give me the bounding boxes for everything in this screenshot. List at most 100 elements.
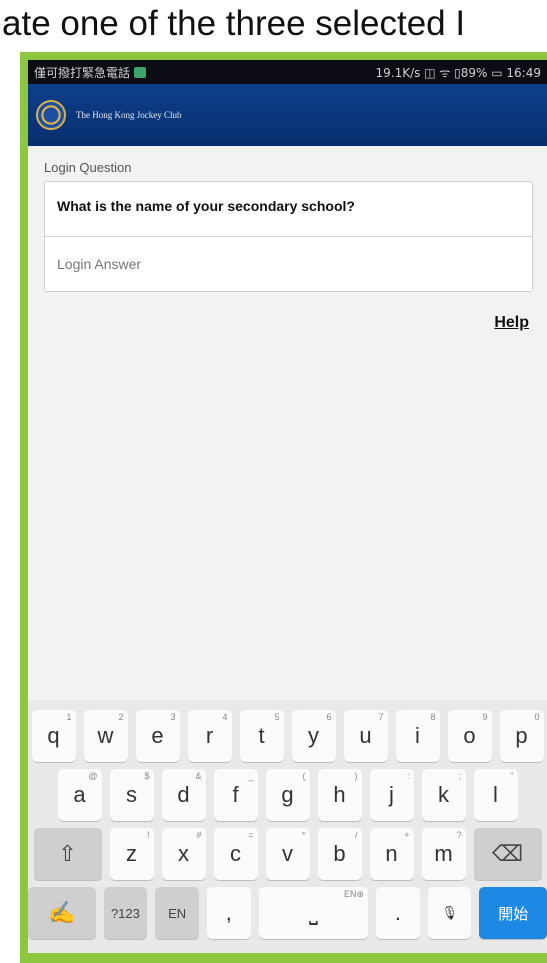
key-r[interactable]: r4 [187,710,232,762]
key-m[interactable]: m? [421,828,466,880]
status-bar: 僅可撥打緊急電話 19.1K/s ◫ ᯤ ▯89% ▭ 16:49 [28,60,547,84]
key-secondary-label: = [248,830,254,840]
key-x[interactable]: x # [161,828,206,880]
key-label: z [126,841,137,866]
key-secondary-label: * [301,830,306,840]
key-secondary-label: @ [88,771,98,781]
key-w[interactable]: w2 [83,710,128,762]
key-secondary-label: 4 [222,712,228,722]
key-secondary-label: ) [354,771,358,781]
key-label: a [73,782,86,807]
key-l[interactable]: l " [473,769,518,821]
key-u[interactable]: u7 [343,710,388,762]
key-secondary-label: 5 [274,712,280,722]
key-secondary-label: _ [248,771,254,781]
microphone-icon[interactable]: 🎙 [427,887,472,939]
key-label: j [389,782,394,807]
key-label: q [47,723,60,748]
login-answer-input[interactable] [45,237,532,291]
key-secondary-label: : [406,771,410,781]
keyboard-row-3: ⇧ z! x # c = v * b / n + m? ⌫ [28,828,547,880]
key-label: w [97,723,114,748]
key-q[interactable]: q1 [31,710,76,762]
question-label: Login Question [44,160,132,175]
key-secondary-label: " [510,771,514,781]
key-label: d [177,782,190,807]
key-d[interactable]: d & [161,769,206,821]
key-label: k [438,782,449,807]
key-secondary-label: $ [144,771,150,781]
sim-icon [134,66,147,78]
comma-key[interactable]: , [207,887,251,939]
key-p[interactable]: p0 [499,710,544,762]
space-key[interactable]: ⎵ EN⊕ [258,887,369,939]
key-secondary-label: ; [458,771,462,781]
go-button[interactable]: 開始 [479,887,547,939]
key-e[interactable]: e3 [135,710,180,762]
help-link[interactable]: Help [494,314,529,331]
key-s[interactable]: s $ [109,769,154,821]
space-bar-glyph: ⎵ [308,900,318,925]
numbers-key[interactable]: ?123 [103,887,148,939]
status-right: 19.1K/s ◫ ᯤ ▯89% ▭ 16:49 [375,65,541,80]
key-secondary-label: + [404,830,410,840]
key-i[interactable]: i8 [395,710,440,762]
security-question: What is the name of your secondary schoo… [45,182,532,237]
key-a[interactable]: a @ [57,769,102,821]
language-key[interactable]: EN [155,887,199,939]
key-secondary-label: 6 [326,712,332,722]
key-secondary-label: ? [456,830,462,840]
key-secondary-label: 3 [170,712,176,722]
key-secondary-label: 7 [378,712,384,722]
key-label: y [308,723,319,748]
key-secondary-label: 8 [430,712,436,722]
backspace-key[interactable]: ⌫ [473,828,542,880]
key-secondary-label: ! [146,830,150,840]
key-label: h [333,782,346,807]
key-n[interactable]: n + [369,828,414,880]
key-h[interactable]: h) [317,769,362,821]
key-label: v [282,841,293,866]
key-j[interactable]: j: [369,769,414,821]
space-lang-hint: EN⊕ [343,889,365,899]
key-secondary-label: / [354,830,358,840]
key-label: g [281,782,294,807]
key-secondary-label: 1 [66,712,72,722]
key-secondary-label: 2 [118,712,124,722]
key-g[interactable]: g( [265,769,310,821]
key-y[interactable]: y6 [291,710,336,762]
question-card: What is the name of your secondary schoo… [44,181,533,292]
shift-key[interactable]: ⇧ [33,828,102,880]
device-frame: 僅可撥打緊急電話 19.1K/s ◫ ᯤ ▯89% ▭ 16:49 The Ho… [20,52,547,963]
key-v[interactable]: v * [265,828,310,880]
handwriting-key[interactable]: ✍ [28,887,96,939]
key-t[interactable]: t5 [239,710,284,762]
key-z[interactable]: z! [109,828,154,880]
keyboard-row-1: q1w2e3r4t5y6u7i8o9p0 [28,710,547,762]
key-label: s [126,782,137,807]
key-label: p [515,723,528,748]
key-label: o [463,723,476,748]
key-secondary-label: 0 [534,712,540,722]
key-label: u [359,723,372,748]
key-label: l [493,782,498,807]
soft-keyboard: q1w2e3r4t5y6u7i8o9p0 a @ s $ d & f _ g(h) j: k; l " … [28,700,547,953]
key-label: r [205,723,214,748]
key-label: b [333,841,346,866]
key-o[interactable]: o9 [447,710,492,762]
carrier-text: 僅可撥打緊急電話 [34,65,131,80]
key-label: f [232,782,239,807]
app-name: The Hong Kong Jockey Club [76,110,182,120]
key-secondary-label: & [195,771,202,781]
key-label: t [258,723,265,748]
key-k[interactable]: k; [421,769,466,821]
key-label: m [434,841,453,866]
key-label: e [151,723,164,748]
key-secondary-label: 9 [482,712,488,722]
key-b[interactable]: b / [317,828,362,880]
key-label: c [230,841,241,866]
period-key[interactable]: . [376,887,420,939]
app-header: The Hong Kong Jockey Club [28,84,547,146]
key-f[interactable]: f _ [213,769,258,821]
key-c[interactable]: c = [213,828,258,880]
